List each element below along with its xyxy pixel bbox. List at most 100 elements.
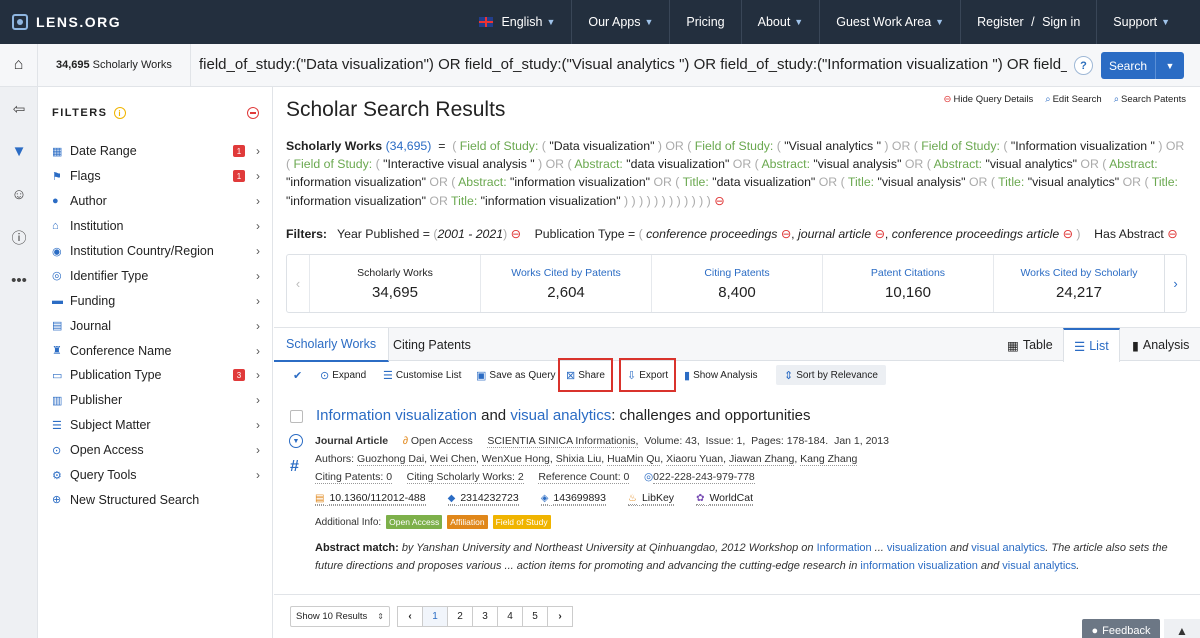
home-icon[interactable]: ⌂ (0, 43, 38, 87)
view-table[interactable]: ▦ Table (997, 328, 1063, 362)
customise-list-button[interactable]: ☰ Customise List (383, 361, 461, 389)
filter-publication-type[interactable]: ▭ Publication Type 3 › (38, 363, 272, 388)
journal-source[interactable]: SCIENTIA SINICA Informationis, (487, 435, 639, 448)
chevron-right-icon[interactable]: › (1164, 255, 1186, 312)
expand-button[interactable]: ⊙ Expand (320, 361, 366, 389)
author-link[interactable]: Jiawan Zhang (728, 453, 795, 466)
doi-link[interactable]: ▤ 10.1360/112012-488 (315, 492, 426, 506)
help-icon[interactable]: ? (1074, 56, 1093, 75)
author-link[interactable]: Guozhong Dai (357, 453, 425, 466)
tag-affiliation[interactable]: Affiliation (447, 515, 488, 529)
remove-pubtype-icon[interactable]: ⊖ (875, 227, 885, 241)
page-4[interactable]: 4 (497, 606, 523, 627)
stat-scholarly-works[interactable]: Scholarly Works 34,695 (309, 255, 480, 312)
results-per-page-select[interactable]: Show 10 Results ⇕ (290, 606, 390, 627)
nav-support[interactable]: Support ▼ (1096, 0, 1186, 44)
author-link[interactable]: Shixia Liu (555, 453, 602, 466)
citing-works-count[interactable]: Citing Scholarly Works: 2 (406, 471, 524, 484)
show-analysis-button[interactable]: ▮ Show Analysis (684, 361, 758, 389)
user-settings-icon[interactable]: ☺ (0, 173, 38, 216)
more-icon[interactable]: ••• (0, 259, 38, 302)
view-list[interactable]: ☰ List (1063, 328, 1120, 362)
hide-query-details[interactable]: ⊖ Hide Query Details (944, 94, 1034, 105)
next-page-button[interactable]: › (547, 606, 573, 627)
info-icon[interactable]: ⓘ (0, 216, 38, 259)
lens-logo[interactable]: LENS.ORG (12, 14, 121, 30)
remove-pubtype-icon[interactable]: ⊖ (781, 227, 791, 241)
view-analysis[interactable]: ▮ Analysis (1122, 328, 1199, 362)
result-checkbox[interactable] (290, 410, 303, 423)
tab-citing-patents[interactable]: Citing Patents (381, 328, 483, 362)
citing-patents-count[interactable]: Citing Patents: 0 (315, 471, 393, 484)
stat-cited-by-patents[interactable]: Works Cited by Patents 2,604 (480, 255, 651, 312)
clear-filters-icon[interactable] (247, 107, 259, 119)
save-as-query-button[interactable]: ▣ Save as Query (476, 361, 556, 389)
results-count-crumb[interactable]: 34,695 Scholarly Works (38, 43, 191, 87)
query-input[interactable]: field_of_study:("Data visualization") OR… (199, 56, 1067, 73)
new-structured-search[interactable]: ⊕ New Structured Search (38, 487, 272, 512)
search-patents[interactable]: ⌕ Search Patents (1114, 94, 1186, 105)
page-3[interactable]: 3 (472, 606, 498, 627)
export-button[interactable]: ⇩ Export (619, 358, 677, 392)
language-menu[interactable]: English ▼ (463, 0, 571, 44)
author-link[interactable]: Wei Chen (430, 453, 476, 466)
filter-conference-name[interactable]: ♜ Conference Name › (38, 338, 272, 363)
tag-open-access[interactable]: Open Access (386, 515, 443, 529)
filter-date-range[interactable]: ▦ Date Range 1 › (38, 139, 272, 164)
reference-count[interactable]: Reference Count: 0 (538, 471, 630, 484)
result-title[interactable]: Information visualization and visual ana… (316, 407, 811, 424)
nav-register[interactable]: Register (977, 15, 1024, 29)
mag-link[interactable]: ◆ 2314232723 (447, 492, 519, 506)
filter-icon[interactable]: ▼ (0, 130, 38, 173)
chevron-left-icon[interactable]: ‹ (287, 255, 309, 312)
page-5[interactable]: 5 (522, 606, 548, 627)
stat-citing-patents[interactable]: Citing Patents 8,400 (651, 255, 822, 312)
filter-journal[interactable]: ▤ Journal › (38, 313, 272, 338)
stat-patent-citations[interactable]: Patent Citations 10,160 (822, 255, 993, 312)
tag-field-of-study[interactable]: Field of Study (492, 515, 551, 529)
tab-scholarly-works[interactable]: Scholarly Works (274, 328, 390, 362)
lens-id[interactable]: 022-228-243-979-778 (653, 471, 755, 484)
sort-dropdown[interactable]: ⇕ Sort by Relevance (776, 365, 886, 385)
author-link[interactable]: WenXue Hong (481, 453, 550, 466)
author-link[interactable]: Xiaoru Yuan (666, 453, 724, 466)
filter-funding[interactable]: ▬ Funding › (38, 288, 272, 313)
stat-cited-by-scholarly[interactable]: Works Cited by Scholarly 24,217 (993, 255, 1164, 312)
filter-flags[interactable]: ⚑ Flags 1 › (38, 164, 272, 189)
share-button[interactable]: ⊠ Share (558, 358, 613, 392)
filter-institution-country[interactable]: ◉ Institution Country/Region › (38, 239, 272, 264)
page-1[interactable]: 1 (422, 606, 448, 627)
nav-pricing[interactable]: Pricing (669, 0, 740, 44)
nav-sign-in[interactable]: Sign in (1042, 15, 1080, 29)
filter-publisher[interactable]: ▥ Publisher › (38, 388, 272, 413)
info-icon[interactable]: i (113, 107, 126, 119)
filter-author[interactable]: ● Author › (38, 189, 272, 214)
author-link[interactable]: Kang Zhang (800, 453, 858, 466)
prev-page-button[interactable]: ‹ (397, 606, 423, 627)
search-button[interactable]: Search (1101, 52, 1156, 79)
filter-subject-matter[interactable]: ☰ Subject Matter › (38, 413, 272, 438)
nav-about[interactable]: About ▼ (740, 0, 820, 44)
hash-icon[interactable]: # (290, 458, 299, 476)
remove-pubtype-icon[interactable]: ⊖ (1063, 227, 1073, 241)
edit-search[interactable]: ⌕ Edit Search (1045, 94, 1101, 105)
remove-year-filter-icon[interactable]: ⊖ (511, 227, 521, 241)
expand-result-icon[interactable]: ▼ (289, 434, 303, 448)
remove-query-icon[interactable]: ⊖ (714, 194, 724, 208)
remove-abstract-filter-icon[interactable]: ⊖ (1167, 227, 1177, 241)
author-link[interactable]: HuaMin Qu (607, 453, 661, 466)
scroll-top-icon[interactable]: ▲ (1164, 619, 1200, 638)
nav-guest-work-area[interactable]: Guest Work Area ▼ (819, 0, 960, 44)
collapse-arrow-icon[interactable]: ⇦ (0, 87, 38, 130)
feedback-button[interactable]: ● Feedback (1082, 619, 1160, 638)
filter-open-access[interactable]: ⊙ Open Access › (38, 438, 272, 463)
page-2[interactable]: 2 (447, 606, 473, 627)
search-options-dropdown[interactable]: ▼ (1156, 52, 1184, 79)
libkey-link[interactable]: ♨ LibKey (627, 492, 675, 506)
pmid-link[interactable]: ◈ 143699893 (540, 492, 606, 506)
worldcat-link[interactable]: ✿ WorldCat (696, 492, 754, 506)
filter-identifier-type[interactable]: ◎ Identifier Type › (38, 263, 272, 288)
select-all-check-icon[interactable]: ✔ (293, 361, 302, 389)
filter-query-tools[interactable]: ⚙ Query Tools › (38, 463, 272, 488)
nav-our-apps[interactable]: Our Apps ▼ (571, 0, 669, 44)
